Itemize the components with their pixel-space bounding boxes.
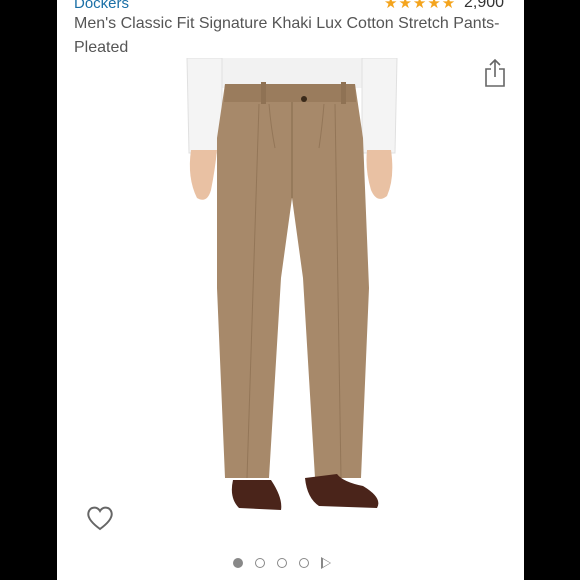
carousel-dot-3[interactable] xyxy=(277,558,287,568)
rating-stars[interactable]: ★★★★★ xyxy=(384,0,456,12)
share-icon[interactable] xyxy=(483,58,507,88)
video-play-icon[interactable] xyxy=(321,557,331,569)
product-detail-panel: Dockers ★★★★★ 2,900 Men's Classic Fit Si… xyxy=(57,0,524,580)
carousel-dot-2[interactable] xyxy=(255,558,265,568)
product-image[interactable] xyxy=(177,57,407,528)
carousel-dot-4[interactable] xyxy=(299,558,309,568)
brand-link[interactable]: Dockers xyxy=(74,0,129,12)
heart-icon[interactable] xyxy=(85,504,115,532)
rating-count[interactable]: 2,900 xyxy=(464,0,504,12)
carousel-dot-1[interactable] xyxy=(233,558,243,568)
carousel-indicators xyxy=(233,555,331,571)
product-title: Men's Classic Fit Signature Khaki Lux Co… xyxy=(74,15,500,56)
